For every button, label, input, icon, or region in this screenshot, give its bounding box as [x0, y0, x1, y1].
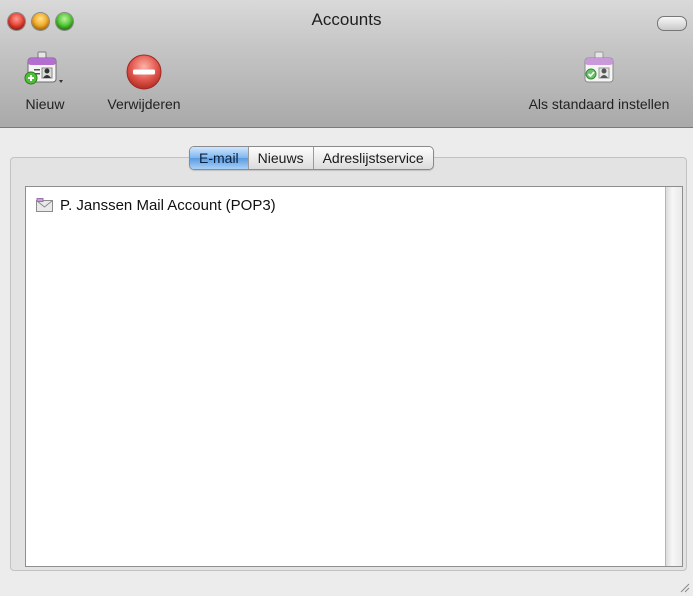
mail-account-icon: [36, 197, 53, 212]
resize-grip-icon[interactable]: [678, 581, 690, 593]
new-account-button[interactable]: Nieuw: [0, 50, 90, 112]
set-default-icon: [584, 51, 614, 83]
set-default-button[interactable]: Als standaard instellen: [506, 50, 692, 112]
set-default-label: Als standaard instellen: [528, 96, 670, 112]
account-type-tabs: E-mail Nieuws Adreslijstservice: [189, 146, 434, 170]
window-title: Accounts: [311, 10, 382, 29]
new-account-label: Nieuw: [25, 96, 65, 112]
delete-icon: [126, 54, 162, 90]
tab-directory-service[interactable]: Adreslijstservice: [312, 147, 433, 169]
vertical-scrollbar[interactable]: [665, 187, 682, 566]
accounts-window: Accounts Nieuw Verwijderen Als standaard…: [0, 0, 693, 596]
title-toolbar: Accounts Nieuw Verwijderen Als standaard…: [0, 0, 693, 128]
list-item[interactable]: P. Janssen Mail Account (POP3): [36, 194, 276, 216]
accounts-list[interactable]: P. Janssen Mail Account (POP3): [25, 186, 683, 567]
tab-news[interactable]: Nieuws: [247, 147, 313, 169]
account-name: P. Janssen Mail Account (POP3): [60, 196, 276, 214]
tab-email[interactable]: E-mail: [190, 147, 248, 169]
new-account-icon: [24, 51, 63, 85]
delete-account-button[interactable]: Verwijderen: [96, 50, 192, 112]
delete-account-label: Verwijderen: [107, 96, 181, 112]
toolbar-toggle-button[interactable]: [657, 16, 687, 31]
